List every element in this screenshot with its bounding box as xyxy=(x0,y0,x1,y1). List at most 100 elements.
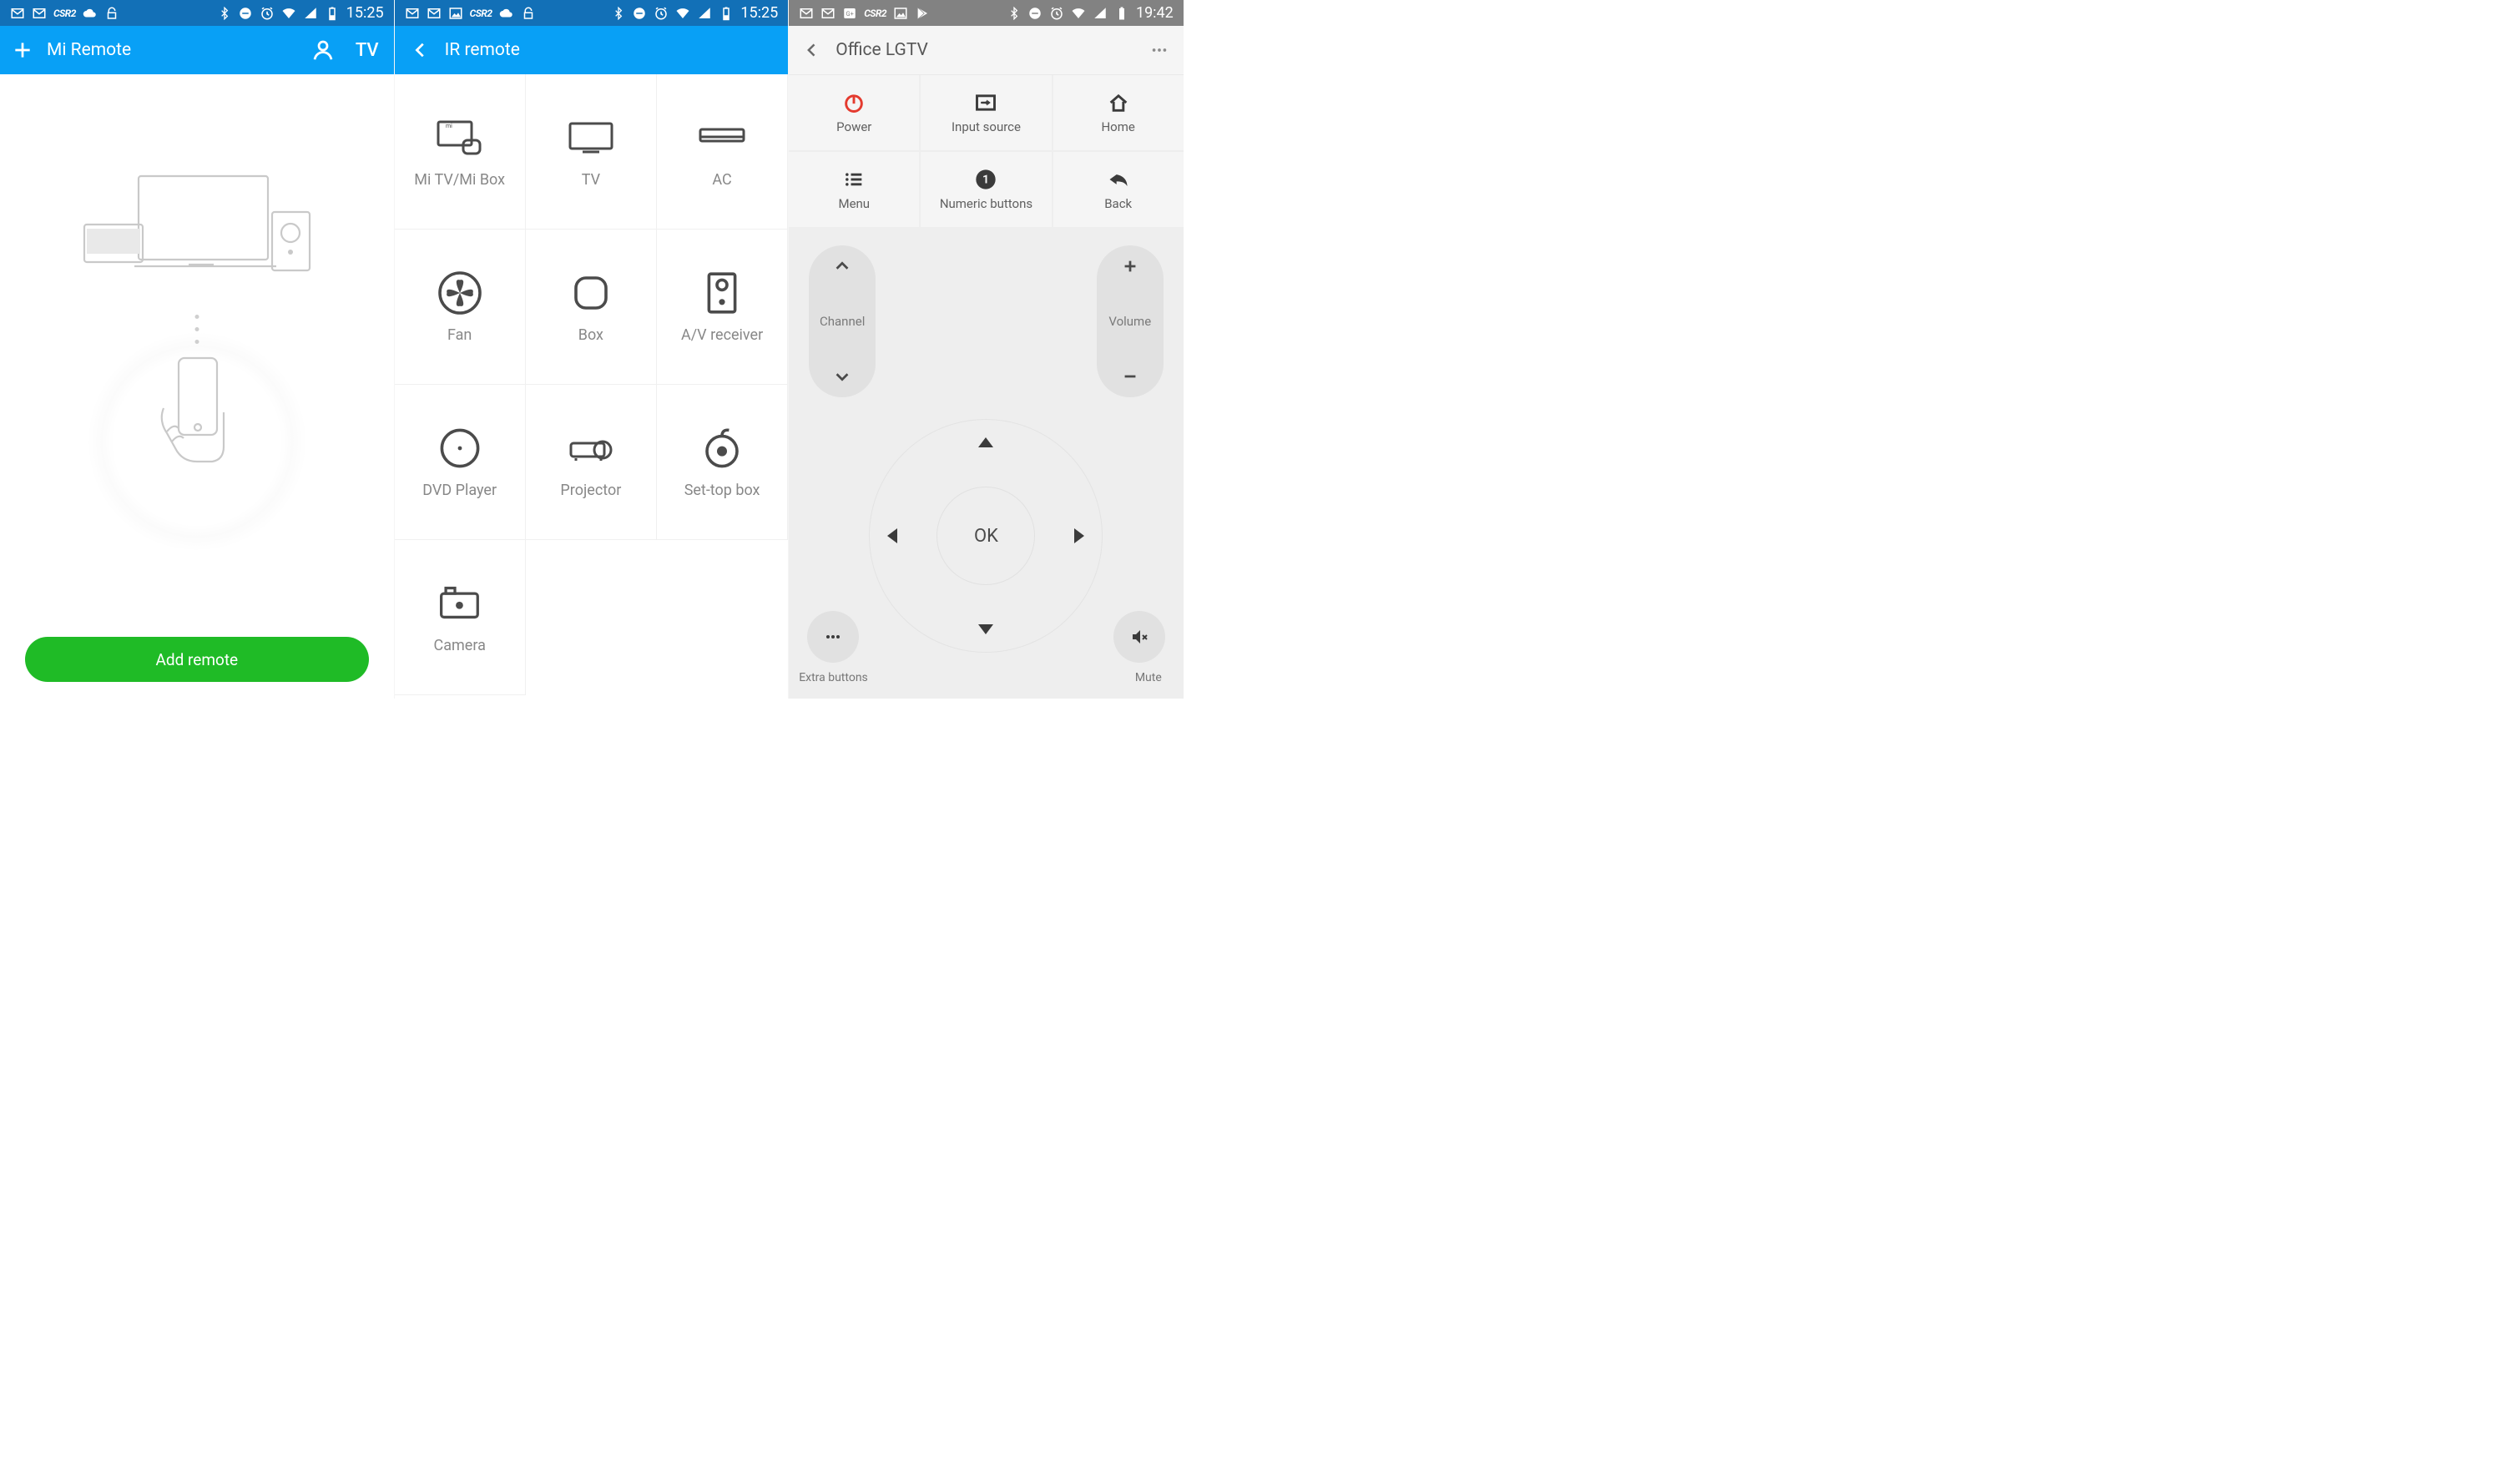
profile-icon[interactable] xyxy=(310,38,336,63)
wifi-icon xyxy=(281,6,296,21)
dpad-down-button[interactable] xyxy=(978,624,993,634)
device-dvd-player[interactable]: DVD Player xyxy=(395,385,526,540)
input-source-button[interactable]: Input source xyxy=(921,75,1051,150)
mi-tv-box-icon: mi xyxy=(435,117,485,159)
fn-label: Home xyxy=(1101,119,1134,134)
gmail-icon xyxy=(799,6,814,21)
bluetooth-icon xyxy=(612,7,625,20)
volume-label: Volume xyxy=(1108,314,1151,329)
rocker-row: Channel Volume xyxy=(789,227,1184,419)
dnd-icon xyxy=(1027,6,1042,21)
mute-label: Mute xyxy=(1135,671,1162,684)
fn-label: Menu xyxy=(838,196,870,211)
device-label: Set-top box xyxy=(684,482,760,499)
power-icon xyxy=(842,91,866,114)
device-projector[interactable]: Projector xyxy=(526,385,657,540)
lock-icon xyxy=(104,6,119,21)
numeric-icon: 1 xyxy=(974,168,997,191)
volume-down-button[interactable] xyxy=(1121,367,1139,386)
device-label: TV xyxy=(582,171,600,189)
battery-icon xyxy=(719,6,734,21)
app-bar: IR remote xyxy=(395,26,789,74)
extra-buttons-button[interactable] xyxy=(807,611,859,663)
device-tv[interactable]: TV xyxy=(526,74,657,230)
numeric-buttons-button[interactable]: 1 Numeric buttons xyxy=(921,152,1051,227)
device-label: Projector xyxy=(560,482,621,499)
phone-hand-illustration xyxy=(147,350,247,475)
av-receiver-icon xyxy=(697,268,747,318)
csr2-icon: CSR2 xyxy=(864,8,886,19)
box-icon xyxy=(566,268,616,318)
app-bar: Office LGTV xyxy=(789,26,1184,75)
home-icon xyxy=(1107,91,1130,114)
device-av-receiver[interactable]: A/V receiver xyxy=(657,230,788,385)
device-label: Mi TV/Mi Box xyxy=(414,171,505,189)
lock-icon xyxy=(521,6,536,21)
channel-down-button[interactable] xyxy=(833,367,851,386)
device-camera[interactable]: Camera xyxy=(395,540,526,695)
svg-text:G+: G+ xyxy=(846,10,854,18)
gmail-icon xyxy=(820,6,836,21)
remote-title: Office LGTV xyxy=(836,40,1150,60)
dots-icon xyxy=(823,627,843,647)
fn-label: Power xyxy=(836,119,871,134)
cloud-icon xyxy=(499,6,514,21)
dpad-area: OK Extra buttons Mute xyxy=(789,419,1184,699)
menu-button[interactable]: Menu xyxy=(789,152,919,227)
add-remote-button[interactable]: Add remote xyxy=(25,637,369,682)
gmail-icon xyxy=(405,6,420,21)
volume-up-button[interactable] xyxy=(1121,257,1139,275)
signal-icon xyxy=(697,6,712,21)
ok-button[interactable]: OK xyxy=(936,487,1035,585)
back-icon[interactable] xyxy=(804,42,820,58)
screen-ir-remote-picker: CSR2 15:25 IR remote mi Mi TV/Mi Box TV xyxy=(395,0,790,699)
csr2-icon: CSR2 xyxy=(53,8,76,19)
more-icon[interactable] xyxy=(1150,41,1169,59)
gmail-icon xyxy=(10,6,25,21)
battery-icon xyxy=(1114,6,1129,21)
dvd-icon xyxy=(435,423,485,473)
gplus-icon: G+ xyxy=(842,6,857,21)
fan-icon xyxy=(435,268,485,318)
app-bar: Mi Remote TV xyxy=(0,26,394,74)
gmail-icon xyxy=(427,6,442,21)
reply-icon xyxy=(1107,168,1130,191)
device-label: DVD Player xyxy=(422,482,497,499)
status-bar: G+ CSR2 19:42 xyxy=(789,0,1184,26)
svg-text:1: 1 xyxy=(982,174,989,187)
add-icon[interactable] xyxy=(12,39,33,61)
tv-tab[interactable]: TV xyxy=(356,40,379,61)
menu-icon xyxy=(842,168,866,191)
dpad-up-button[interactable] xyxy=(978,437,993,447)
devices-illustration xyxy=(72,166,322,300)
device-label: Box xyxy=(578,326,603,344)
dpad-right-button[interactable] xyxy=(1074,528,1084,543)
fn-label: Back xyxy=(1104,196,1132,211)
signal-icon xyxy=(303,6,318,21)
ok-label: OK xyxy=(974,526,998,547)
device-mi-tv-box[interactable]: mi Mi TV/Mi Box xyxy=(395,74,526,230)
back-icon[interactable] xyxy=(411,41,430,59)
fn-label: Input source xyxy=(952,119,1021,134)
cloud-icon xyxy=(83,6,98,21)
device-label: A/V receiver xyxy=(681,326,763,344)
status-time: 15:25 xyxy=(740,4,778,22)
device-fan[interactable]: Fan xyxy=(395,230,526,385)
device-box[interactable]: Box xyxy=(526,230,657,385)
csr2-icon: CSR2 xyxy=(470,8,492,19)
app-title: IR remote xyxy=(445,40,520,60)
device-ac[interactable]: AC xyxy=(657,74,788,230)
channel-up-button[interactable] xyxy=(833,257,851,275)
alarm-icon xyxy=(654,6,669,21)
mute-button[interactable] xyxy=(1113,611,1165,663)
signal-icon xyxy=(1093,6,1108,21)
dpad-left-button[interactable] xyxy=(887,528,897,543)
back-button[interactable]: Back xyxy=(1053,152,1184,227)
power-button[interactable]: Power xyxy=(789,75,919,150)
app-title: Mi Remote xyxy=(47,40,289,60)
device-set-top-box[interactable]: Set-top box xyxy=(657,385,788,540)
alarm-icon xyxy=(260,6,275,21)
mute-icon xyxy=(1129,627,1149,647)
home-button[interactable]: Home xyxy=(1053,75,1184,150)
image-icon xyxy=(893,6,908,21)
